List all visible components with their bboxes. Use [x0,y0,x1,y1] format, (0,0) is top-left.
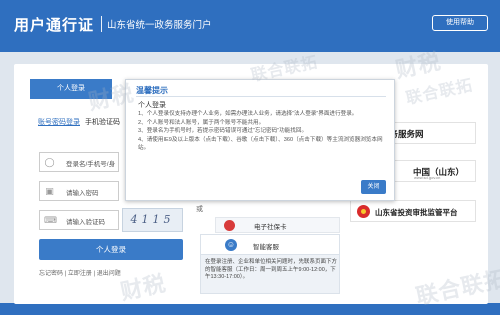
brand-separator [101,16,102,32]
password-placeholder: 请输入密码 [66,190,99,197]
dialog-divider [136,96,386,97]
footer-strip [0,303,500,315]
or-separator: 或 [196,206,203,213]
login-submit-button[interactable]: 个人登录 [39,239,183,260]
social-card-label: 电子社保卡 [254,224,287,231]
password-field[interactable]: ▣ 请输入密码 [39,181,119,201]
captcha-field[interactable]: ⌨ 请输入验证码 [39,210,119,230]
tab-password-login[interactable]: 账号密码登录 [38,119,80,126]
smart-service-text: 在登录注册、企业和单位相关问题时，先联系页面下方的智能客服（工作日：周一到周五上… [205,259,338,280]
dialog-item: 1、个人登录仅支持办理个人业务，如需办理法人业务，请选择“法人登录”界面进行登录… [138,111,358,117]
login-method-tabs: 账号密码登录 手机验证码 [38,117,123,127]
help-button[interactable]: 使用帮助 [432,15,488,31]
smart-service-box: ☺ 智能客服 在登录注册、企业和单位相关问题时，先联系页面下方的智能客服（工作日… [200,234,340,294]
brand-title: 用户通行证 [14,17,95,34]
right-card-url: www.sd.gov.cn [414,175,441,180]
top-header: 用户通行证 山东省统一政务服务门户 使用帮助 [0,0,500,52]
smart-service-header[interactable]: ☺ 智能客服 [201,235,339,255]
dialog-close-button[interactable]: 关闭 [361,180,386,194]
auxiliary-links[interactable]: 忘记密码 | 立即注册 | 退出问题 [39,268,121,277]
dialog-item: 4、请使用IE9及以上版本（点击下载）、谷歌（点击下载）、360（点击下载）等主… [138,136,383,152]
notice-dialog: 温馨提示 个人登录 1、个人登录仅支持办理个人业务，如需办理法人业务，请选择“法… [125,79,395,201]
tab-sms-login[interactable]: 手机验证码 [85,119,120,126]
dialog-item: 2、个人账号和法人账号，属于两个账号不能共用。 [138,119,265,126]
dialog-subtitle: 个人登录 [138,102,166,109]
portal-name: 山东省统一政务服务门户 [107,20,212,31]
dialog-title: 温馨提示 [136,86,168,95]
dialog-item: 3、登录名为手机号时，若提示密码错误可通过“忘记密码”功能找回。 [138,128,308,134]
chat-icon: ☺ [225,239,237,251]
username-field[interactable]: ◯ 登录名/手机号/身 [39,152,119,172]
smart-service-title: 智能客服 [253,244,279,251]
captcha-placeholder: 请输入验证码 [66,219,105,226]
right-card-title: 山东省投资审批监管平台 [375,208,458,217]
lock-icon: ▣ [45,186,54,196]
captcha-image[interactable]: 4115 [122,208,183,232]
social-card-login-button[interactable]: 电子社保卡 [215,217,340,233]
username-placeholder: 登录名/手机号/身 [66,161,116,168]
social-card-icon [224,220,235,231]
tab-personal-login[interactable]: 个人登录 [30,79,112,99]
national-emblem-icon [357,205,370,218]
user-icon: ◯ [44,157,55,167]
captcha-icon: ⌨ [44,215,57,225]
right-card-investment-platform[interactable]: 山东省投资审批监管平台 [350,200,476,222]
dialog-body: 1、个人登录仅支持办理个人业务，如需办理法人业务，请选择“法人登录”界面进行登录… [138,110,384,153]
